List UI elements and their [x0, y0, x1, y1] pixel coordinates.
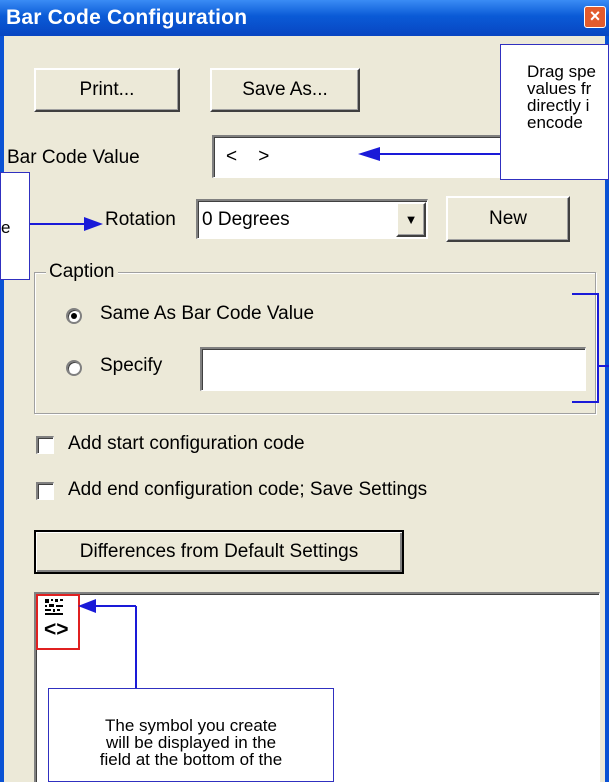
callout-leader-lines: [30, 147, 609, 688]
arrow-icon: [358, 147, 380, 161]
arrow-icon: [84, 217, 103, 231]
arrow-icon: [78, 599, 96, 613]
bar-code-configuration-window: Bar Code Configuration × Print... Save A…: [0, 0, 609, 782]
